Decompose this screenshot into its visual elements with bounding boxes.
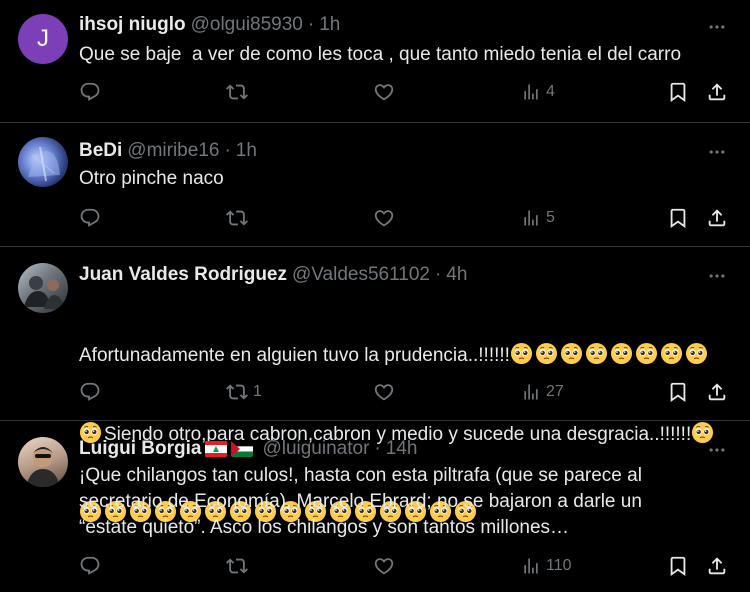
pleading-face-emoji	[610, 342, 633, 365]
retweet-icon[interactable]	[226, 207, 253, 229]
action-bar: 110	[0, 555, 750, 581]
pleading-face-emoji	[510, 342, 533, 365]
share-icon[interactable]	[706, 381, 728, 403]
views-count: 110	[546, 557, 572, 574]
display-name[interactable]: BeDi	[79, 140, 122, 162]
views-icon[interactable]: 110	[521, 555, 572, 577]
views-count: 5	[546, 209, 555, 226]
like-icon[interactable]	[373, 555, 395, 577]
username[interactable]: @Valdes561102	[292, 264, 430, 286]
separator: ·	[307, 14, 315, 35]
pleading-face-emoji	[585, 342, 608, 365]
tweet-text: Que se baje a ver de como les toca , que…	[79, 44, 682, 65]
avatar-image	[28, 146, 60, 182]
timestamp[interactable]: 14h	[386, 438, 418, 460]
share-icon[interactable]	[706, 207, 728, 229]
avatar[interactable]	[18, 137, 68, 187]
like-icon[interactable]	[373, 207, 395, 229]
pleading-face-emoji	[535, 342, 558, 365]
share-icon[interactable]	[706, 81, 728, 103]
emoji-group	[510, 345, 710, 366]
pleading-face-emoji	[560, 342, 583, 365]
tweet-text: ¡Que chilangos tan culos!, hasta con est…	[79, 465, 648, 538]
tweet-header: Luigui Borgia @luiguinator · 14h	[79, 438, 690, 460]
separator: ·	[434, 264, 442, 285]
more-icon[interactable]	[706, 439, 728, 461]
action-bar: 5	[0, 207, 750, 233]
display-name[interactable]: Luigui Borgia	[79, 438, 201, 460]
username[interactable]: @luiguinator	[262, 438, 369, 460]
palestine-flag-emoji	[231, 441, 254, 457]
timestamp[interactable]: 1h	[236, 140, 257, 162]
reply-icon[interactable]	[79, 81, 101, 103]
retweet-icon[interactable]	[226, 81, 253, 103]
pleading-face-emoji	[660, 342, 683, 365]
display-name[interactable]: ihsoj niuglo	[79, 14, 186, 36]
views-icon[interactable]: 4	[521, 81, 555, 103]
tweet[interactable]: BeDi @miribe16 · 1h Otro pinche naco 5	[0, 123, 750, 247]
tweet-header: Juan Valdes Rodriguez @Valdes561102 · 4h	[79, 264, 690, 286]
reply-icon[interactable]	[79, 381, 101, 403]
lebanon-flag-emoji	[205, 441, 228, 457]
more-icon[interactable]	[706, 16, 728, 38]
tweet[interactable]: Luigui Borgia @luiguinator · 14h ¡Que ch…	[0, 421, 750, 592]
action-bar: 1 27	[0, 381, 750, 407]
share-icon[interactable]	[706, 555, 728, 577]
bookmark-icon[interactable]	[667, 555, 689, 577]
views-count: 27	[546, 383, 564, 400]
separator: ·	[224, 140, 231, 161]
like-icon[interactable]	[373, 81, 395, 103]
views-icon[interactable]: 5	[521, 207, 555, 229]
reply-icon[interactable]	[79, 207, 101, 229]
like-icon[interactable]	[373, 381, 395, 403]
pleading-face-emoji	[635, 342, 658, 365]
separator: ·	[374, 438, 381, 459]
reply-icon[interactable]	[79, 555, 101, 577]
tweet[interactable]: Juan Valdes Rodriguez @Valdes561102 · 4h…	[0, 247, 750, 421]
bookmark-icon[interactable]	[667, 81, 689, 103]
tweet-text-part: Afortunadamente en alguien tuvo la prude…	[79, 345, 510, 366]
username[interactable]: @miribe16	[127, 140, 219, 162]
avatar[interactable]	[18, 437, 68, 487]
retweet-count: 1	[253, 383, 262, 400]
tweet-text: Otro pinche naco	[79, 168, 224, 189]
more-icon[interactable]	[706, 265, 728, 287]
pleading-face-emoji	[685, 342, 708, 365]
username[interactable]: @olgui85930	[191, 14, 303, 36]
retweet-icon[interactable]	[226, 555, 253, 577]
tweet-header: BeDi @miribe16 · 1h	[79, 140, 690, 162]
tweet-text-line: Afortunadamente en alguien tuvo la prude…	[79, 342, 732, 369]
avatar[interactable]: J	[18, 14, 68, 64]
bookmark-icon[interactable]	[667, 381, 689, 403]
views-count: 4	[546, 83, 555, 100]
views-icon[interactable]: 27	[521, 381, 564, 403]
bookmark-icon[interactable]	[667, 207, 689, 229]
more-icon[interactable]	[706, 141, 728, 163]
timestamp[interactable]: 1h	[319, 14, 340, 36]
avatar-image	[24, 276, 64, 309]
display-name[interactable]: Juan Valdes Rodriguez	[79, 264, 287, 286]
tweet-header: ihsoj niuglo @olgui85930 · 1h	[79, 14, 690, 36]
action-bar: 4	[0, 81, 750, 107]
tweet[interactable]: J ihsoj niuglo @olgui85930 · 1h Que se b…	[0, 0, 750, 123]
avatar[interactable]	[18, 263, 68, 313]
timestamp[interactable]: 4h	[446, 264, 467, 286]
avatar-letter: J	[37, 25, 49, 52]
retweet-icon[interactable]: 1	[226, 381, 262, 403]
avatar-image	[26, 447, 60, 487]
